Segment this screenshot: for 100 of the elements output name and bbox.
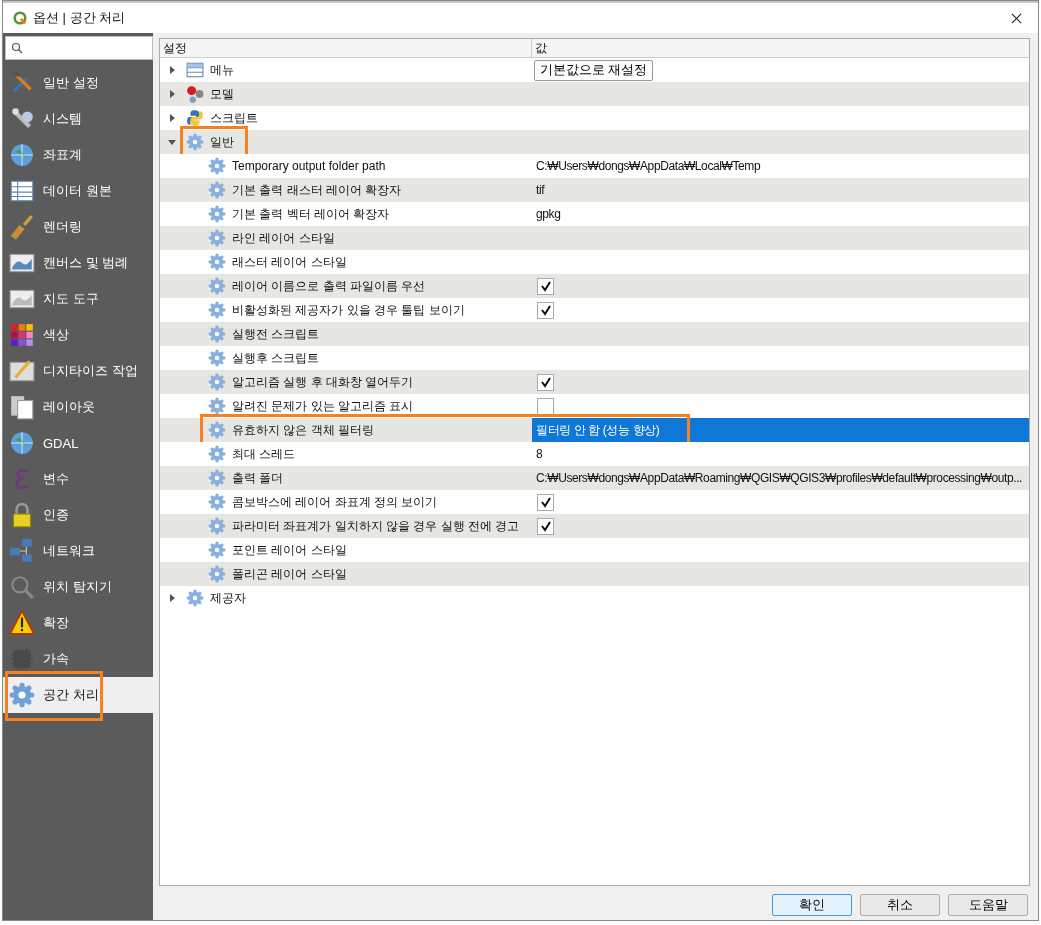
- setting-label: 일반: [210, 133, 234, 151]
- setting-label: 콤보박스에 레이어 좌표계 정의 보이기: [232, 493, 438, 511]
- sidebar-item[interactable]: 인증: [3, 497, 153, 533]
- globe-icon: [9, 142, 35, 168]
- setting-label: 알고리즘 실행 후 대화창 열어두기: [232, 373, 414, 391]
- setting-label: Temporary output folder path: [232, 159, 386, 173]
- checkbox[interactable]: [537, 277, 554, 295]
- color-grid-icon: [9, 322, 35, 348]
- gear-icon: [208, 421, 226, 439]
- setting-value: tif: [535, 183, 545, 197]
- chip-icon: [9, 646, 35, 672]
- checkbox[interactable]: [537, 301, 554, 319]
- sidebar-item[interactable]: 확장: [3, 605, 153, 641]
- setting-label: 라인 레이어 스타일: [232, 229, 335, 247]
- sidebar-item[interactable]: 가속: [3, 641, 153, 677]
- gear-icon: [208, 517, 226, 535]
- setting-label: 메뉴: [210, 61, 234, 79]
- setting-label: 래스터 레이어 스타일: [232, 253, 347, 271]
- sidebar-item[interactable]: 디지타이즈 작업: [3, 353, 153, 389]
- setting-label: 레이어 이름으로 출력 파일이름 우선: [232, 277, 426, 295]
- app-logo-icon: [13, 11, 27, 25]
- setting-label: 제공자: [210, 589, 246, 607]
- gear-icon: [9, 682, 35, 708]
- globe-icon: [9, 430, 35, 456]
- gear-icon: [186, 589, 204, 607]
- setting-label: 스크립트: [210, 109, 258, 127]
- gear-icon: [208, 541, 226, 559]
- sidebar-item[interactable]: 데이터 원본: [3, 173, 153, 209]
- checkbox[interactable]: [537, 397, 554, 415]
- search-field[interactable]: [5, 36, 153, 60]
- sidebar-item[interactable]: 지도 도구: [3, 281, 153, 317]
- gear-icon: [208, 181, 226, 199]
- gear-icon: [208, 373, 226, 391]
- search-icon: [11, 42, 23, 54]
- setting-label: 기본 출력 벡터 레이어 확장자: [232, 205, 390, 223]
- setting-value: gpkg: [535, 207, 561, 221]
- setting-label: 포인트 레이어 스타일: [232, 541, 347, 559]
- checkbox[interactable]: [537, 517, 554, 535]
- warning-icon: [9, 610, 35, 636]
- reset-button[interactable]: 기본값으로 재설정: [534, 59, 654, 81]
- column-header[interactable]: 설정: [160, 39, 532, 57]
- gear-icon: [208, 349, 226, 367]
- dialog-button[interactable]: 확인: [772, 894, 852, 916]
- setting-value: 8: [535, 447, 543, 461]
- setting-label: 최대 스레드: [232, 445, 296, 463]
- gear-icon: [208, 469, 226, 487]
- sidebar-item[interactable]: 네트워크: [3, 533, 153, 569]
- sidebar-item[interactable]: 색상: [3, 317, 153, 353]
- expand-arrow-icon[interactable]: [168, 594, 176, 602]
- setting-label: 파라미터 좌표계가 일치하지 않을 경우 실행 전에 경고: [232, 517, 520, 535]
- gear-icon: [208, 445, 226, 463]
- gear-icon: [208, 325, 226, 343]
- pencil-icon: [9, 358, 35, 384]
- expand-arrow-icon[interactable]: [168, 138, 176, 146]
- gear-icon: [186, 133, 204, 151]
- dialog-button[interactable]: 취소: [860, 894, 940, 916]
- table-icon: [9, 178, 35, 204]
- window-title: 옵션 | 공간 처리: [33, 9, 127, 27]
- page-icon: [9, 394, 35, 420]
- gear-icon: [208, 253, 226, 271]
- close-icon[interactable]: [1011, 12, 1022, 24]
- gear-icon: [208, 205, 226, 223]
- expand-arrow-icon[interactable]: [168, 114, 176, 122]
- setting-label: 실행후 스크립트: [232, 349, 320, 367]
- sidebar-item[interactable]: 좌표계: [3, 137, 153, 173]
- setting-value: 필터링 안 함 (성능 향상): [535, 421, 660, 439]
- setting-label: 실행전 스크립트: [232, 325, 320, 343]
- gear-icon: [208, 277, 226, 295]
- sidebar-item[interactable]: 일반 설정: [3, 65, 153, 101]
- setting-label: 폴리곤 레이어 스타일: [232, 565, 347, 583]
- sidebar-item[interactable]: 시스템: [3, 101, 153, 137]
- gear-icon: [208, 301, 226, 319]
- sidebar-item[interactable]: 레이아웃: [3, 389, 153, 425]
- setting-value: C:₩Users₩dongs₩AppData₩Local₩Temp: [535, 159, 761, 173]
- hammer-wrench-icon: [9, 70, 35, 96]
- sidebar-item[interactable]: 렌더링: [3, 209, 153, 245]
- setting-label: 유효하지 않은 객체 필터링: [232, 421, 374, 439]
- dialog-button[interactable]: 도움말: [948, 894, 1028, 916]
- gear-icon: [208, 397, 226, 415]
- sidebar-item[interactable]: 공간 처리: [3, 677, 153, 713]
- list-icon: [186, 61, 204, 79]
- expand-arrow-icon[interactable]: [168, 90, 176, 98]
- setting-label: 출력 폴더: [232, 469, 284, 487]
- search-icon: [9, 574, 35, 600]
- sidebar-item[interactable]: GDAL: [3, 425, 153, 461]
- sidebar-item[interactable]: 캔버스 및 범례: [3, 245, 153, 281]
- sidebar-item[interactable]: 위치 탐지기: [3, 569, 153, 605]
- setting-label: 알려진 문제가 있는 알고리즘 표시: [232, 397, 414, 415]
- expand-arrow-icon[interactable]: [168, 66, 176, 74]
- checkbox[interactable]: [537, 493, 554, 511]
- setting-value: C:₩Users₩dongs₩AppData₩Roaming₩QGIS₩QGIS3₩profiles₩default₩processing₩outp...: [535, 471, 1022, 485]
- gear-icon: [208, 229, 226, 247]
- sidebar-item[interactable]: 변수: [3, 461, 153, 497]
- checkbox[interactable]: [537, 373, 554, 391]
- brush-icon: [9, 214, 35, 240]
- setting-label: 모델: [210, 85, 234, 103]
- gear-icon: [208, 565, 226, 583]
- setting-label: 기본 출력 래스터 레이어 확장자: [232, 181, 402, 199]
- column-header[interactable]: 값: [532, 39, 1029, 57]
- network-icon: [9, 538, 35, 564]
